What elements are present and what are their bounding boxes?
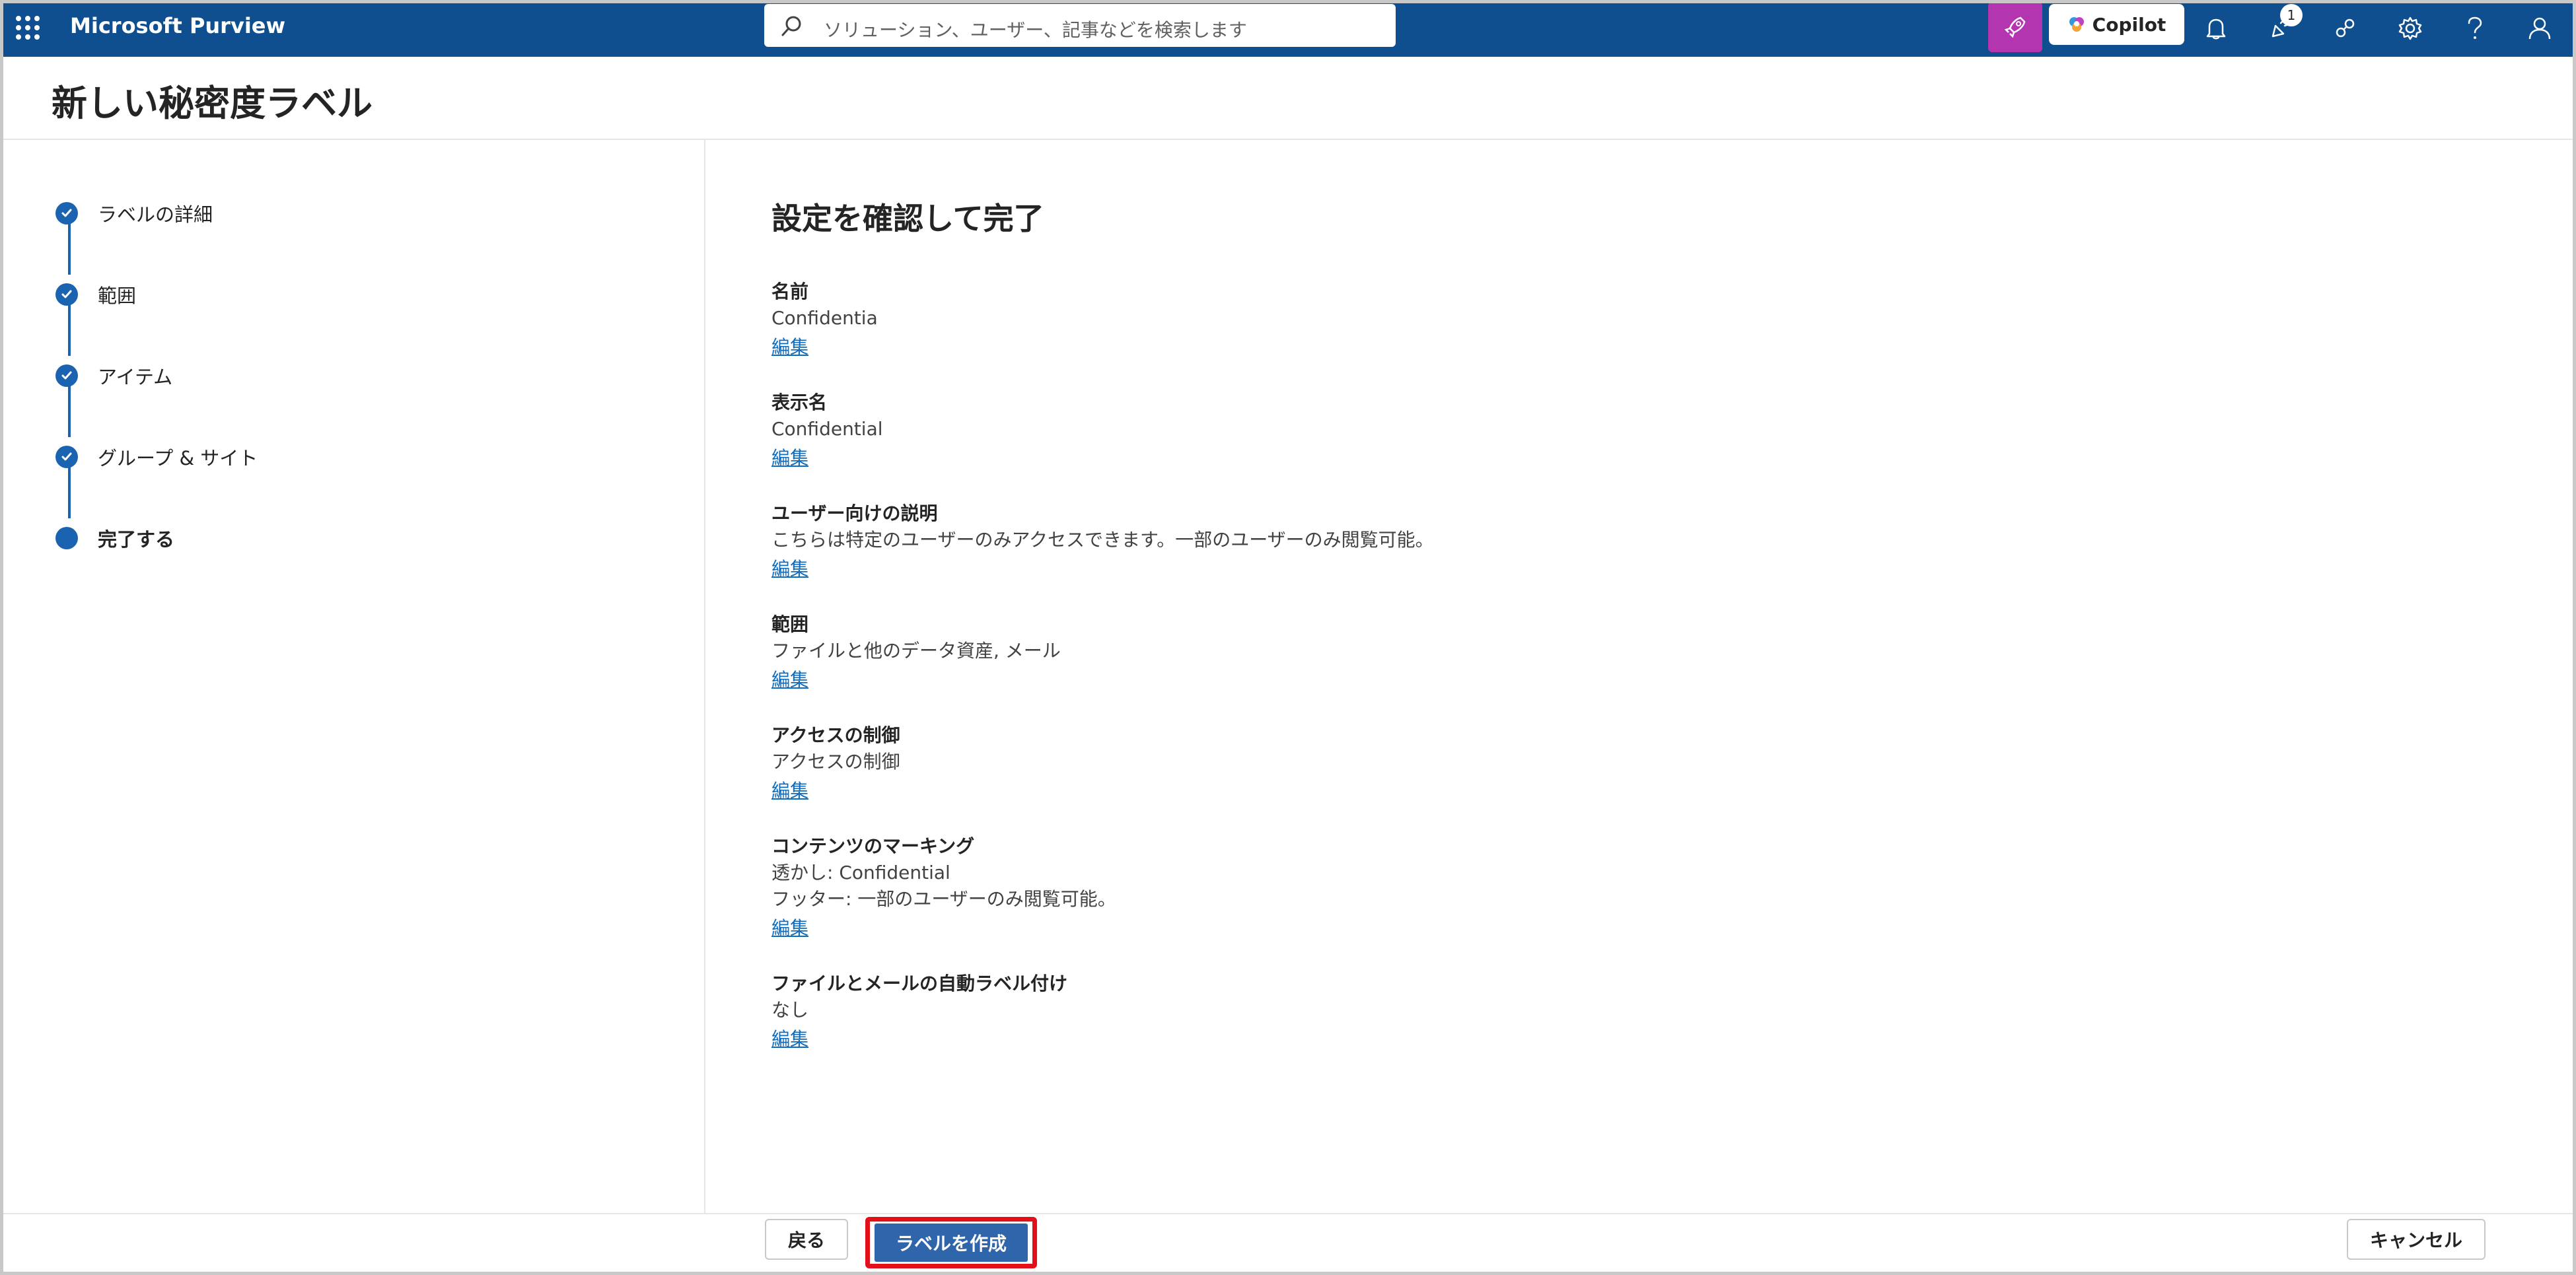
top-bar: Microsoft Purview ソリューション、ユーザー、記事などを検索しま… (0, 0, 2576, 57)
rocket-icon (2004, 17, 2026, 38)
checkmark-icon (55, 202, 78, 224)
field-value: なし (771, 999, 809, 1021)
search-placeholder: ソリューション、ユーザー、記事などを検索します (824, 19, 1247, 41)
checkmark-icon (55, 446, 78, 468)
create-label-button[interactable]: ラベルを作成 (875, 1223, 1028, 1262)
cancel-button[interactable]: キャンセル (2347, 1219, 2486, 1260)
search-icon (781, 16, 801, 36)
step-label-text: グループ & サイト (98, 447, 258, 469)
rocket-button[interactable] (1988, 2, 2042, 52)
step-scope[interactable]: 範囲 (55, 281, 136, 308)
review-field-description: ユーザー向けの説明 こちらは特定のユーザーのみアクセスできます。一部のユーザーの… (771, 500, 1434, 585)
review-field-auto-labeling: ファイルとメールの自動ラベル付け なし 編集 (771, 971, 1067, 1055)
step-finish[interactable]: 完了する (55, 524, 174, 552)
step-connector (68, 222, 71, 275)
field-label: 名前 (771, 281, 809, 302)
step-items[interactable]: アイテム (55, 362, 172, 390)
field-label: ファイルとメールの自動ラベル付け (771, 973, 1068, 994)
review-field-content-marking: コンテンツのマーキング 透かし: Confidential フッター: 一部のユ… (771, 833, 1116, 944)
field-value: ファイルと他のデータ資産, メール (771, 640, 1061, 662)
step-connector (68, 384, 71, 437)
bell-icon[interactable] (2197, 9, 2235, 48)
field-label: 表示名 (771, 392, 828, 413)
share-icon[interactable] (2326, 9, 2365, 48)
checkmark-icon (55, 364, 78, 387)
back-button[interactable]: 戻る (765, 1219, 848, 1260)
edit-link[interactable]: 編集 (771, 1023, 808, 1055)
review-field-display-name: 表示名 Confidential 編集 (771, 390, 883, 474)
page-title: 新しい秘密度ラベル (52, 83, 373, 124)
edit-link[interactable]: 編集 (771, 442, 808, 474)
step-label-text: 完了する (98, 528, 175, 551)
field-value: Confidentia (771, 307, 878, 329)
step-connector (68, 465, 71, 518)
review-field-access-control: アクセスの制御 アクセスの制御 編集 (771, 722, 900, 807)
step-label-text: ラベルの詳細 (98, 203, 213, 226)
copilot-icon (2069, 17, 2084, 32)
field-value: 透かし: Confidential (771, 862, 950, 883)
field-value: アクセスの制御 (771, 751, 900, 773)
search-input[interactable]: ソリューション、ユーザー、記事などを検索します (764, 4, 1396, 47)
field-value: フッター: 一部のユーザーのみ閲覧可能。 (771, 888, 1116, 910)
step-groups-sites[interactable]: グループ & サイト (55, 443, 258, 471)
copilot-button[interactable]: Copilot (2049, 4, 2184, 45)
edit-link[interactable]: 編集 (771, 331, 808, 363)
edit-link[interactable]: 編集 (771, 913, 808, 944)
account-icon[interactable] (2521, 9, 2559, 48)
review-field-name: 名前 Confidentia 編集 (771, 279, 878, 363)
field-label: コンテンツのマーキング (771, 835, 975, 857)
checkmark-icon (55, 283, 78, 306)
field-value: Confidential (771, 418, 883, 440)
copilot-label: Copilot (2092, 13, 2166, 36)
settings-icon[interactable] (2391, 9, 2429, 48)
footer-divider (3, 1213, 2573, 1214)
field-label: ユーザー向けの説明 (771, 502, 938, 524)
field-value: こちらは特定のユーザーのみアクセスできます。一部のユーザーのみ閲覧可能。 (771, 529, 1434, 551)
edit-link[interactable]: 編集 (771, 664, 808, 696)
current-step-dot-icon (55, 527, 78, 549)
field-label: アクセスの制御 (771, 724, 900, 746)
help-icon[interactable] (2456, 9, 2494, 48)
step-label-text: アイテム (98, 366, 173, 388)
app-title[interactable]: Microsoft Purview (70, 13, 285, 38)
edit-link[interactable]: 編集 (771, 553, 808, 585)
review-field-scope: 範囲 ファイルと他のデータ資産, メール 編集 (771, 611, 1061, 696)
section-title: 設定を確認して完了 (771, 201, 1044, 236)
step-connector (68, 303, 71, 356)
step-label-details[interactable]: ラベルの詳細 (55, 199, 213, 227)
notification-badge: 1 (2280, 4, 2303, 26)
field-label: 範囲 (771, 613, 809, 635)
step-label-text: 範囲 (98, 285, 137, 307)
waffle-icon[interactable] (15, 15, 41, 41)
edit-link[interactable]: 編集 (771, 775, 808, 807)
